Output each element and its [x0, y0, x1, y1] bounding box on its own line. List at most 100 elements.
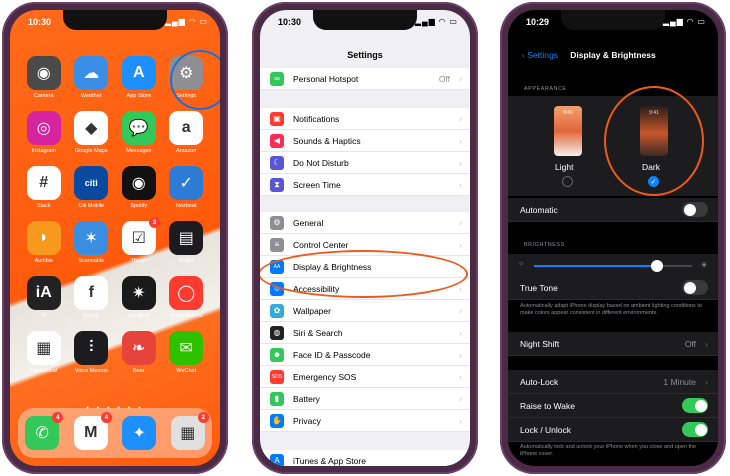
app-label: App Store [126, 93, 151, 99]
ia-writer-icon: iA [26, 276, 61, 310]
app-label: Bear [132, 368, 145, 374]
phone-icon[interactable]: ✆ 4 [25, 412, 64, 450]
settings-group-store: AiTunes & App Store › [260, 450, 470, 466]
settings-row-personal-hotspot[interactable]: ∞ Personal Hotspot Off › [260, 68, 470, 90]
home-screen: 10:30 ▂▄▆ ◠ ▭ ◉ Camera ☁ Weather A App Store ⚙… [10, 10, 220, 466]
app-citi-mobile[interactable]: citi Citi Mobile [68, 166, 116, 209]
app-instagram[interactable]: ◎ Instagram [20, 111, 68, 154]
compass-icon[interactable]: ✦ [122, 416, 157, 450]
settings-row-battery[interactable]: ▮ Battery › [260, 388, 470, 410]
settings-row-siri-search[interactable]: ◍ Siri & Search › [260, 322, 470, 344]
brightness-row: ☼ ☀ [508, 254, 718, 278]
faceid-icon: ☻ [270, 347, 284, 362]
dock: ✆ 4 M 4 ✦ ▦ 2 [18, 408, 212, 458]
settings-row-label: Privacy [293, 415, 321, 426]
app-label: Spotify [130, 203, 148, 209]
app-slack[interactable]: # Slack [20, 166, 68, 209]
app-activerecord[interactable]: ◯ ActiveRecord [163, 276, 211, 319]
app-label: Voice Memos [74, 368, 108, 374]
settings-row-screen-time[interactable]: ⧗ Screen Time › [260, 174, 470, 196]
chevron-right-icon: › [459, 217, 462, 228]
phone-home-screen: 10:30 ▂▄▆ ◠ ▭ ◉ Camera ☁ Weather A App Store ⚙… [2, 2, 228, 474]
brightness-thumb[interactable] [651, 260, 664, 272]
settings-row-notifications[interactable]: ▣ Notifications › [260, 108, 470, 130]
app-gyroflow[interactable]: ✷ Gyroflow [115, 276, 163, 319]
settings-row-do-not-disturb[interactable]: ☾ Do Not Disturb › [260, 152, 470, 174]
status-time: 10:30 [28, 17, 52, 27]
moon-icon: ☾ [270, 155, 284, 170]
app-feedly[interactable]: f Feedly [68, 276, 116, 319]
message-icon: 💬 [121, 111, 156, 145]
app-amazon[interactable]: a Amazon [163, 111, 211, 154]
app-messages[interactable]: 💬 Messages [115, 111, 163, 154]
app-label: Google Maps [74, 148, 108, 154]
status-time: 10:30 [278, 17, 302, 27]
app-weather[interactable]: ☁ Weather [68, 56, 116, 99]
settings-row-label: General [293, 217, 324, 228]
app-label: ActiveRecord [169, 313, 203, 319]
raise-to-wake-row: Raise to Wake [508, 394, 718, 418]
automatic-toggle[interactable] [682, 202, 708, 217]
page-title: Display & Brightness [570, 50, 656, 60]
status-icons: ▂▄▆ ◠ ▭ [662, 17, 706, 26]
true-tone-label: True Tone [520, 282, 558, 293]
automatic-row: Automatic [508, 198, 718, 222]
night-shift-row[interactable]: Night Shift Off › [508, 332, 718, 356]
app-scannable[interactable]: ✶ Scannable [68, 221, 116, 264]
settings-group-notifications: ▣ Notifications › ◀ Sounds & Haptics › ☾ Do Not… [260, 108, 470, 196]
lock-unlock-toggle[interactable] [682, 422, 708, 437]
instagram-icon: ◎ [26, 111, 61, 145]
settings-row-wallpaper[interactable]: ✿ Wallpaper › [260, 300, 470, 322]
app-app-store[interactable]: A App Store [115, 56, 163, 99]
sound-icon: ◀ [270, 133, 284, 148]
settings-row-privacy[interactable]: ✋ Privacy › [260, 410, 470, 432]
settings-row-label: Siri & Search [293, 327, 343, 338]
settings-row-sounds-haptics[interactable]: ◀ Sounds & Haptics › [260, 130, 470, 152]
app-voice-memos[interactable]: ⫶ Voice Memos [68, 331, 116, 374]
toggle-knob [694, 399, 707, 412]
app-ia[interactable]: iA iA [20, 276, 68, 319]
slack-icon: # [26, 166, 61, 200]
app-bear[interactable]: ❧ Bear [115, 331, 163, 374]
settings-row-face-id-passcode[interactable]: ☻ Face ID & Passcode › [260, 344, 470, 366]
status-icons: ▂▄▆ ◠ ▭ [164, 17, 208, 26]
settings-row-label: Sounds & Haptics [293, 135, 361, 146]
app-wechat[interactable]: ✉ WeChat [163, 331, 211, 374]
chevron-right-icon: › [459, 327, 462, 338]
butterfly-icon: ✶ [74, 221, 109, 255]
app-camera[interactable]: ◉ Camera [20, 56, 68, 99]
app-wallet[interactable]: ▤ Wallet [163, 221, 211, 264]
app-store-icon: A [121, 56, 156, 90]
app-label: Wallet [178, 258, 194, 264]
light-radio[interactable] [562, 176, 573, 187]
brightness-slider[interactable] [534, 260, 692, 272]
app-audible[interactable]: ◗ Audible [20, 221, 68, 264]
app-google-maps[interactable]: ◆ Google Maps [68, 111, 116, 154]
night-shift-value: Off [684, 338, 696, 349]
amazon-icon: a [169, 111, 204, 145]
settings-row-label: Wallpaper [293, 305, 331, 316]
calendar-icon: ▦ [26, 331, 61, 365]
app-spotify[interactable]: ◉ Spotify [115, 166, 163, 209]
comparison-stage: 10:30 ▂▄▆ ◠ ▭ ◉ Camera ☁ Weather A App Store ⚙… [0, 0, 730, 476]
mail-icon[interactable]: M4 [73, 412, 112, 450]
folder-icon[interactable]: ▦ 2 [170, 412, 209, 450]
light-mode-preview[interactable]: 9:41 [554, 106, 582, 156]
auto-lock-row[interactable]: Auto-Lock 1 Minute › [508, 370, 718, 394]
checkbox-icon: ☑ 3 [121, 217, 160, 255]
settings-row-itunes-app-store[interactable]: AiTunes & App Store › [260, 450, 470, 466]
cloud-icon: ☁ [74, 56, 109, 90]
app-nozbeat[interactable]: ✓ Nozbeat [163, 166, 211, 209]
settings-row-general[interactable]: ⚙ General › [260, 212, 470, 234]
true-tone-toggle[interactable] [682, 280, 708, 295]
app-label: iA [41, 313, 47, 319]
notch [63, 10, 167, 30]
sun-small-icon: ☼ [518, 260, 525, 267]
raise-to-wake-toggle[interactable] [682, 398, 708, 413]
settings-group-general: ⚙ General › ≡ Control Center › AA Display & Bri… [260, 212, 470, 432]
app-fantastical[interactable]: ▦ Fantastical [20, 331, 68, 374]
app-things[interactable]: ☑ 3 Things [115, 217, 163, 264]
record-icon: ◯ [169, 276, 204, 310]
settings-row-emergency-sos[interactable]: SOS Emergency SOS › [260, 366, 470, 388]
wechat-icon: ✉ [169, 331, 204, 365]
